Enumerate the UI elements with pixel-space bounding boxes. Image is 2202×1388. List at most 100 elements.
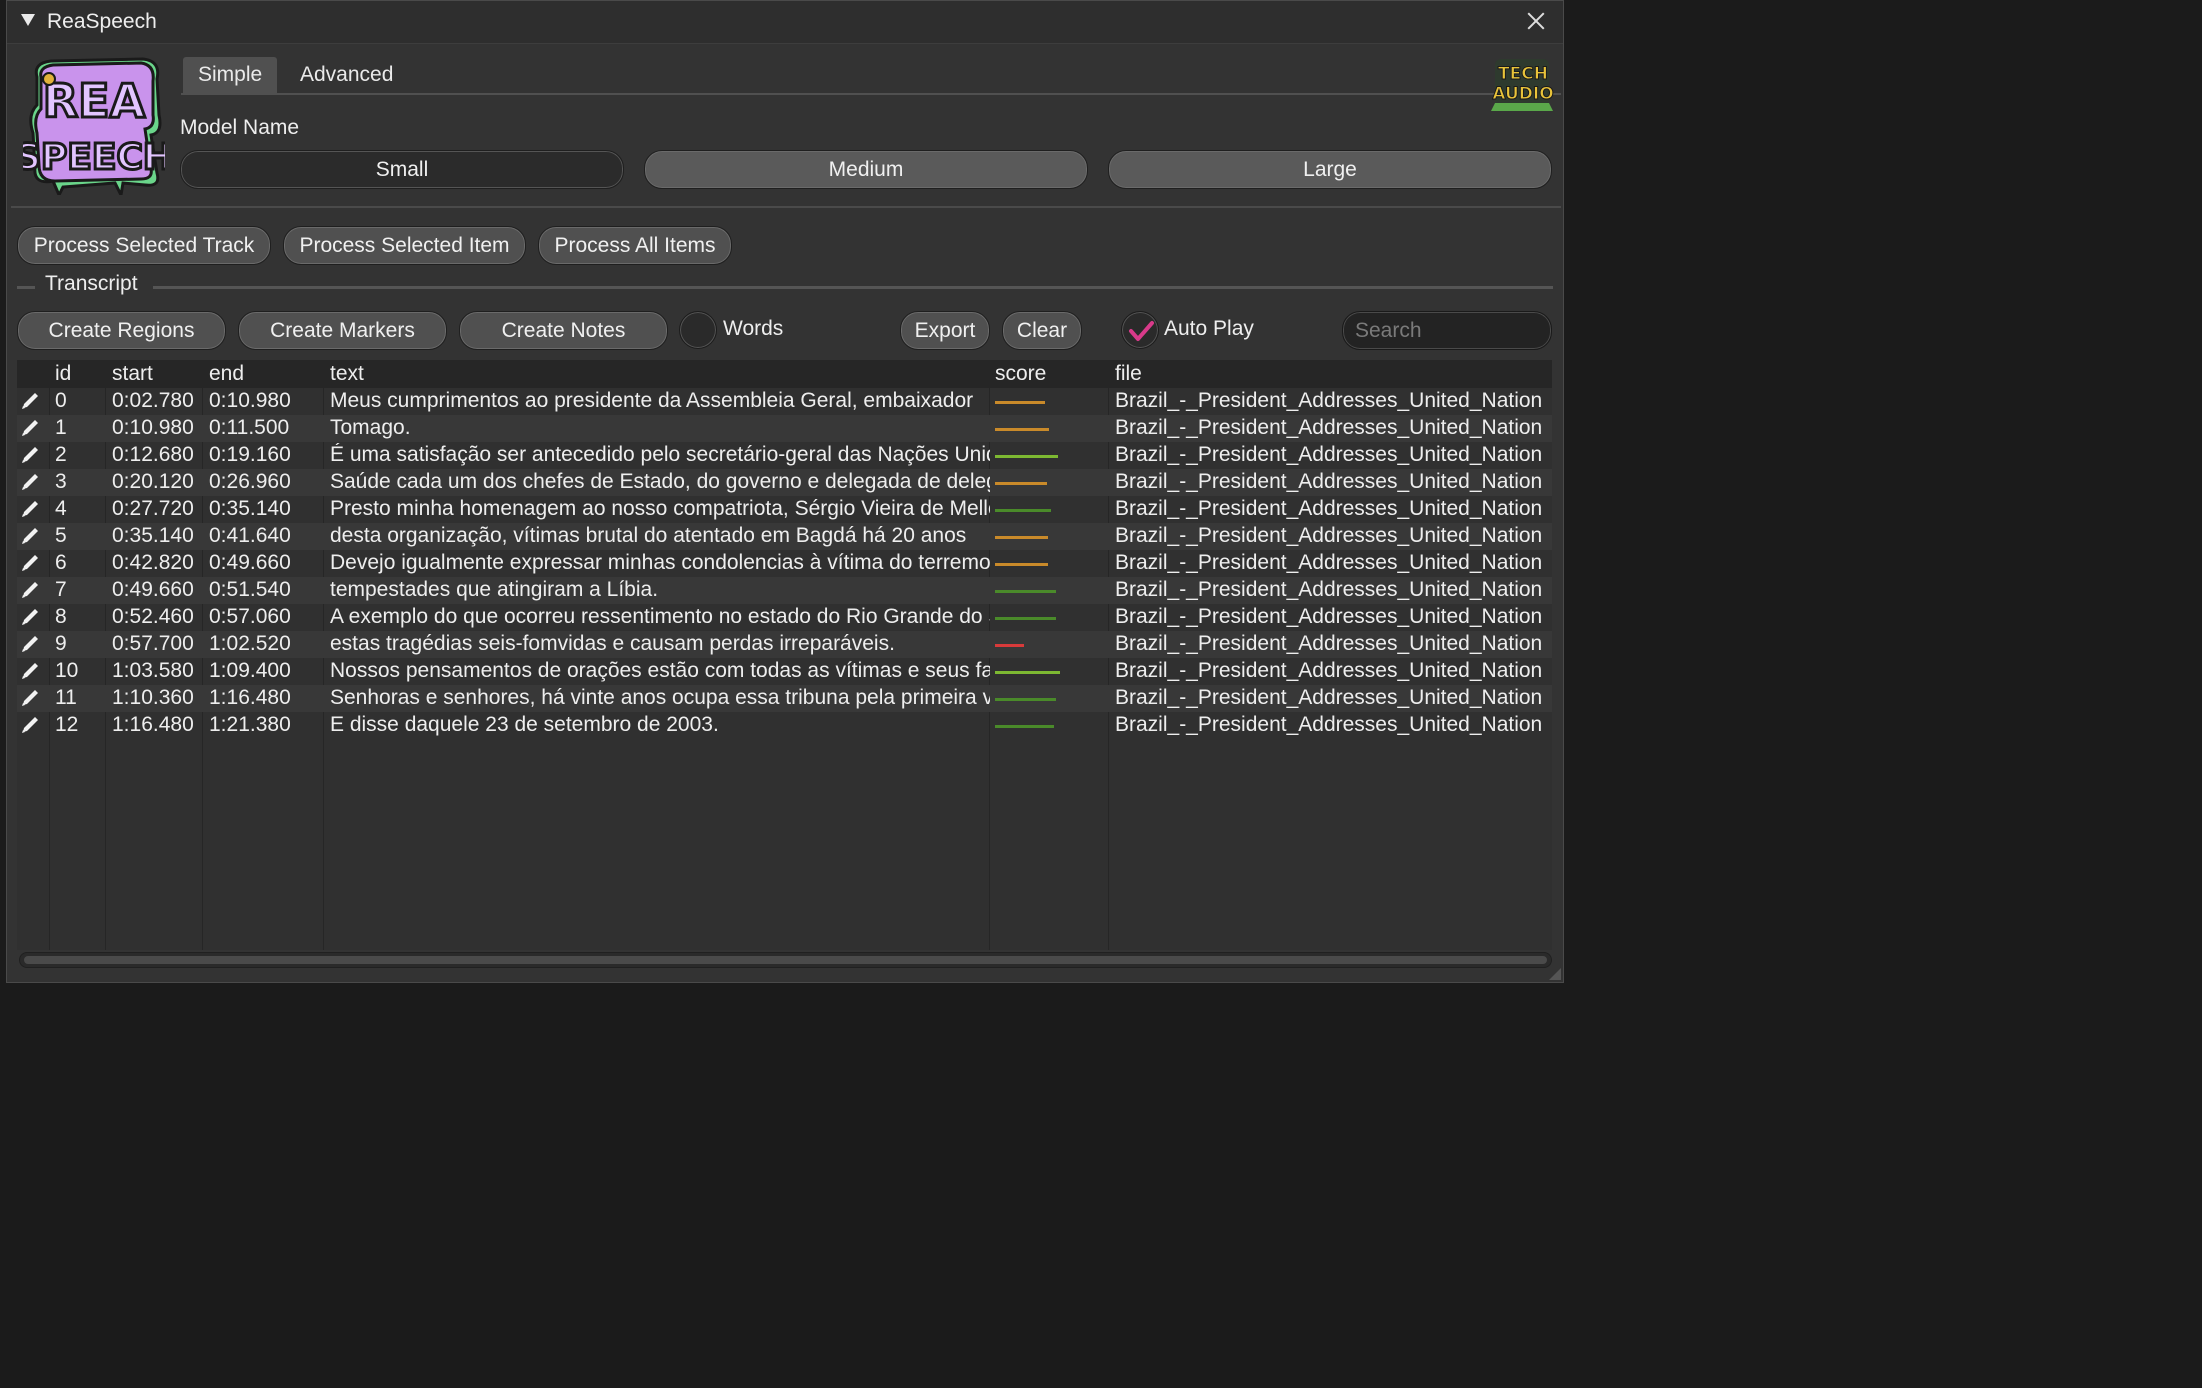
svg-text:AUDIO: AUDIO bbox=[1492, 84, 1553, 104]
tab-simple[interactable]: Simple bbox=[183, 57, 278, 93]
create-markers-button[interactable]: Create Markers bbox=[238, 311, 447, 350]
cell-end: 0:49.660 bbox=[209, 551, 291, 574]
cell-end: 1:16.480 bbox=[209, 686, 291, 709]
table-row[interactable]: 2 0:12.680 0:19.160 É uma satisfação ser an… bbox=[17, 442, 1552, 469]
create-notes-button[interactable]: Create Notes bbox=[459, 311, 668, 350]
auto-play-checkbox[interactable] bbox=[1121, 311, 1159, 349]
edit-pencil-icon[interactable] bbox=[20, 553, 48, 579]
cell-id: 4 bbox=[55, 497, 67, 520]
cell-start: 0:12.680 bbox=[112, 443, 194, 466]
edit-pencil-icon[interactable] bbox=[20, 661, 48, 687]
cell-id: 5 bbox=[55, 524, 67, 547]
score-bar bbox=[995, 482, 1047, 485]
tab-advanced[interactable]: Advanced bbox=[285, 57, 408, 93]
table-row[interactable]: 4 0:27.720 0:35.140 Presto minha homenagem … bbox=[17, 496, 1552, 523]
model-name-label: Model Name bbox=[180, 116, 300, 139]
transcript-heading: Transcript bbox=[45, 272, 138, 295]
cell-end: 0:57.060 bbox=[209, 605, 291, 628]
cell-file: Brazil_-_President_Addresses_United_Nati… bbox=[1115, 659, 1543, 682]
process-all-items-button[interactable]: Process All Items bbox=[538, 226, 732, 265]
edit-pencil-icon[interactable] bbox=[20, 580, 48, 606]
words-checkbox[interactable] bbox=[679, 311, 717, 349]
clear-button[interactable]: Clear bbox=[1002, 311, 1082, 350]
edit-pencil-icon[interactable] bbox=[20, 715, 48, 741]
edit-pencil-icon[interactable] bbox=[20, 418, 48, 444]
cell-start: 0:20.120 bbox=[112, 470, 194, 493]
cell-id: 2 bbox=[55, 443, 67, 466]
collapse-arrow-icon[interactable] bbox=[21, 14, 35, 26]
tech-audio-logo: TECH AUDIO bbox=[1491, 59, 1554, 111]
table-row[interactable]: 6 0:42.820 0:49.660 Devejo igualmente expre… bbox=[17, 550, 1552, 577]
edit-pencil-icon[interactable] bbox=[20, 634, 48, 660]
cell-id: 3 bbox=[55, 470, 67, 493]
cell-text: Devejo igualmente expressar minhas condo… bbox=[330, 551, 990, 574]
resize-grip-icon[interactable] bbox=[1549, 968, 1561, 980]
svg-text:REA: REA bbox=[43, 74, 146, 128]
edit-pencil-icon[interactable] bbox=[20, 526, 48, 552]
title-bar[interactable]: ReaSpeech bbox=[7, 1, 1563, 44]
process-selected-track-button[interactable]: Process Selected Track bbox=[17, 226, 271, 265]
table-row[interactable]: 8 0:52.460 0:57.060 A exemplo do que ocorre… bbox=[17, 604, 1552, 631]
cell-text: A exemplo do que ocorreu ressentimento n… bbox=[330, 605, 990, 628]
table-row[interactable]: 7 0:49.660 0:51.540 tempestades que atingir… bbox=[17, 577, 1552, 604]
process-selected-item-button[interactable]: Process Selected Item bbox=[283, 226, 526, 265]
table-row[interactable]: 3 0:20.120 0:26.960 Saúde cada um dos chefe… bbox=[17, 469, 1552, 496]
model-medium-button[interactable]: Medium bbox=[644, 150, 1088, 189]
cell-text: Presto minha homenagem ao nosso compatri… bbox=[330, 497, 990, 520]
edit-pencil-icon[interactable] bbox=[20, 391, 48, 417]
cell-text: estas tragédias seis-fomvidas e causam p… bbox=[330, 632, 895, 655]
cell-file: Brazil_-_President_Addresses_United_Nati… bbox=[1115, 713, 1543, 736]
table-row[interactable]: 12 1:16.480 1:21.380 E disse daquele 23 de … bbox=[17, 712, 1552, 739]
table-row[interactable]: 5 0:35.140 0:41.640 desta organização, víti… bbox=[17, 523, 1552, 550]
export-button[interactable]: Export bbox=[900, 311, 990, 350]
cell-score bbox=[995, 563, 1105, 566]
edit-pencil-icon[interactable] bbox=[20, 499, 48, 525]
tab-divider bbox=[181, 93, 1561, 95]
table-row[interactable]: 1 0:10.980 0:11.500 Tomago. Brazil_-_Preside… bbox=[17, 415, 1552, 442]
svg-text:TECH: TECH bbox=[1498, 64, 1548, 84]
reaspeech-window: ReaSpeech REA SPEECH Simple Advanced TEC… bbox=[6, 0, 1564, 983]
table-row[interactable]: 10 1:03.580 1:09.400 Nossos pensamentos de … bbox=[17, 658, 1552, 685]
edit-pencil-icon[interactable] bbox=[20, 607, 48, 633]
table-row[interactable]: 11 1:10.360 1:16.480 Senhoras e senhores, h… bbox=[17, 685, 1552, 712]
cell-score bbox=[995, 644, 1105, 647]
column-header-end[interactable]: end bbox=[209, 362, 244, 386]
cell-id: 9 bbox=[55, 632, 67, 655]
cell-start: 0:27.720 bbox=[112, 497, 194, 520]
cell-score bbox=[995, 401, 1105, 404]
create-regions-button[interactable]: Create Regions bbox=[17, 311, 226, 350]
table-row[interactable]: 9 0:57.700 1:02.520 estas tragédias seis-fo… bbox=[17, 631, 1552, 658]
cell-score bbox=[995, 590, 1105, 593]
column-header-text[interactable]: text bbox=[330, 362, 364, 386]
column-header-score[interactable]: score bbox=[995, 362, 1046, 386]
column-header-file[interactable]: file bbox=[1115, 362, 1142, 386]
score-bar bbox=[995, 536, 1048, 539]
cell-file: Brazil_-_President_Addresses_United_Nati… bbox=[1115, 578, 1543, 601]
cell-end: 0:11.500 bbox=[209, 416, 290, 439]
edit-pencil-icon[interactable] bbox=[20, 472, 48, 498]
cell-id: 6 bbox=[55, 551, 67, 574]
cell-text: tempestades que atingiram a Líbia. bbox=[330, 578, 659, 601]
horizontal-scrollbar[interactable] bbox=[19, 952, 1552, 968]
cell-start: 1:10.360 bbox=[112, 686, 194, 709]
close-icon[interactable] bbox=[1525, 10, 1547, 32]
table-row[interactable]: 0 0:02.780 0:10.980 Meus cumprimentos ao pr… bbox=[17, 388, 1552, 415]
model-small-button[interactable]: Small bbox=[180, 150, 624, 189]
cell-end: 1:09.400 bbox=[209, 659, 291, 682]
cell-file: Brazil_-_President_Addresses_United_Nati… bbox=[1115, 524, 1543, 547]
cell-id: 12 bbox=[55, 713, 79, 736]
edit-pencil-icon[interactable] bbox=[20, 445, 48, 471]
window-title: ReaSpeech bbox=[47, 10, 157, 33]
cell-score bbox=[995, 455, 1105, 458]
cell-text: E disse daquele 23 de setembro de 2003. bbox=[330, 713, 719, 736]
scrollbar-thumb[interactable] bbox=[24, 956, 1547, 964]
model-large-button[interactable]: Large bbox=[1108, 150, 1552, 189]
cell-text: É uma satisfação ser antecedido pelo sec… bbox=[330, 443, 990, 466]
cell-end: 0:26.960 bbox=[209, 470, 291, 493]
cell-score bbox=[995, 725, 1105, 728]
edit-pencil-icon[interactable] bbox=[20, 688, 48, 714]
column-header-start[interactable]: start bbox=[112, 362, 153, 386]
column-header-id[interactable]: id bbox=[55, 362, 71, 386]
search-input[interactable] bbox=[1342, 311, 1552, 350]
score-bar bbox=[995, 428, 1049, 431]
